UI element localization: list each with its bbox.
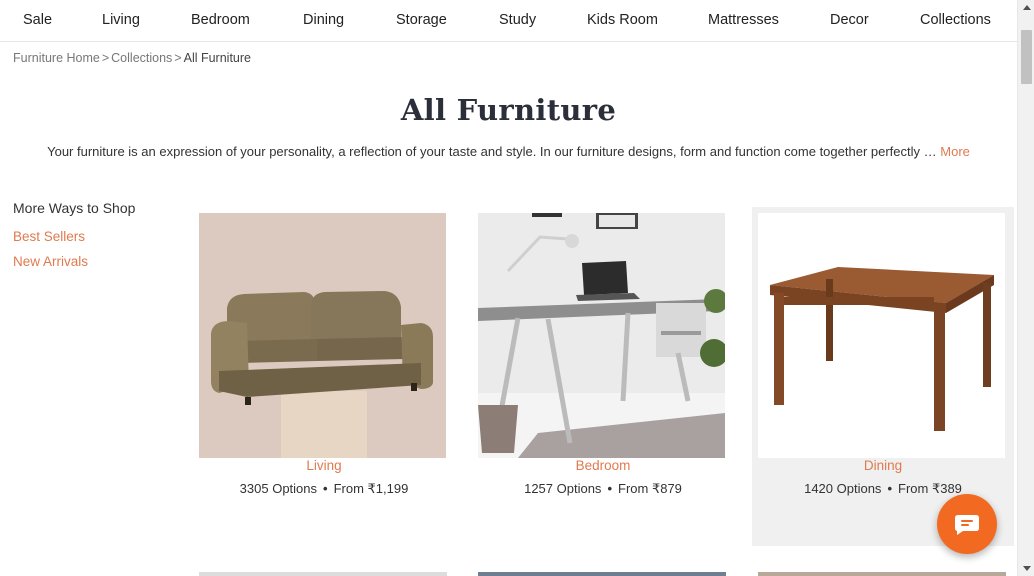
category-card-bedroom[interactable]: Bedroom 1257 Options • From ₹879 <box>472 207 734 546</box>
options-count: 1420 Options <box>804 481 882 496</box>
meta-dot: • <box>323 481 328 496</box>
nav-item-decor[interactable]: Decor <box>830 12 869 28</box>
breadcrumb-separator: > <box>101 51 110 65</box>
scroll-down-icon[interactable] <box>1023 566 1031 571</box>
nav-item-study[interactable]: Study <box>499 12 536 28</box>
nav-item-storage[interactable]: Storage <box>396 12 447 28</box>
sofa-image[interactable] <box>199 213 446 458</box>
nav-item-collections[interactable]: Collections <box>920 12 991 28</box>
category-card-row2[interactable] <box>478 572 726 576</box>
scroll-thumb[interactable] <box>1021 30 1032 84</box>
meta-dot: • <box>887 481 892 496</box>
best-sellers-link[interactable]: Best Sellers <box>13 229 85 244</box>
scroll-up-icon[interactable] <box>1023 5 1031 10</box>
page-intro-text: Your furniture is an expression of your … <box>47 144 937 159</box>
category-title-living[interactable]: Living <box>193 458 455 473</box>
nav-item-dining[interactable]: Dining <box>303 12 344 28</box>
options-count: 3305 Options <box>239 481 318 496</box>
more-link[interactable]: More <box>940 144 970 159</box>
category-meta-living: 3305 Options • From ₹1,199 <box>193 481 455 497</box>
top-nav: Sale Living Bedroom Dining Storage Study… <box>0 0 1017 42</box>
price-from: From ₹879 <box>618 481 682 496</box>
study-desk-image[interactable] <box>478 213 725 458</box>
nav-item-mattresses[interactable]: Mattresses <box>708 12 779 28</box>
category-card-row2[interactable] <box>199 572 447 576</box>
meta-dot: • <box>607 481 612 496</box>
nav-item-living[interactable]: Living <box>102 12 140 28</box>
category-meta-bedroom: 1257 Options • From ₹879 <box>472 481 734 497</box>
price-from: From ₹389 <box>898 481 962 496</box>
dining-table-image[interactable] <box>758 213 1005 458</box>
nav-item-kids-room[interactable]: Kids Room <box>587 12 658 28</box>
chat-bubble-icon <box>955 515 979 535</box>
breadcrumb-furniture-home[interactable]: Furniture Home <box>13 51 100 65</box>
breadcrumb-collections[interactable]: Collections <box>111 51 172 65</box>
nav-item-sale[interactable]: Sale <box>23 12 52 28</box>
nav-item-bedroom[interactable]: Bedroom <box>191 12 250 28</box>
breadcrumb-current: All Furniture <box>183 51 251 65</box>
breadcrumb-separator: > <box>174 51 182 65</box>
category-title-dining[interactable]: Dining <box>752 458 1014 473</box>
page-title: All Furniture <box>400 93 617 127</box>
category-card-living[interactable]: Living 3305 Options • From ₹1,199 <box>193 207 455 546</box>
price-from: From ₹1,199 <box>333 481 409 496</box>
new-arrivals-link[interactable]: New Arrivals <box>13 254 88 269</box>
options-count: 1257 Options <box>524 481 602 496</box>
page-intro: Your furniture is an expression of your … <box>0 144 1017 159</box>
more-ways-heading: More Ways to Shop <box>13 200 136 216</box>
vertical-scrollbar[interactable] <box>1017 0 1034 576</box>
category-card-row2[interactable] <box>758 572 1006 576</box>
category-title-bedroom[interactable]: Bedroom <box>472 458 734 473</box>
chat-button[interactable] <box>937 494 997 554</box>
breadcrumb: Furniture Home > Collections > All Furniture <box>13 51 251 65</box>
